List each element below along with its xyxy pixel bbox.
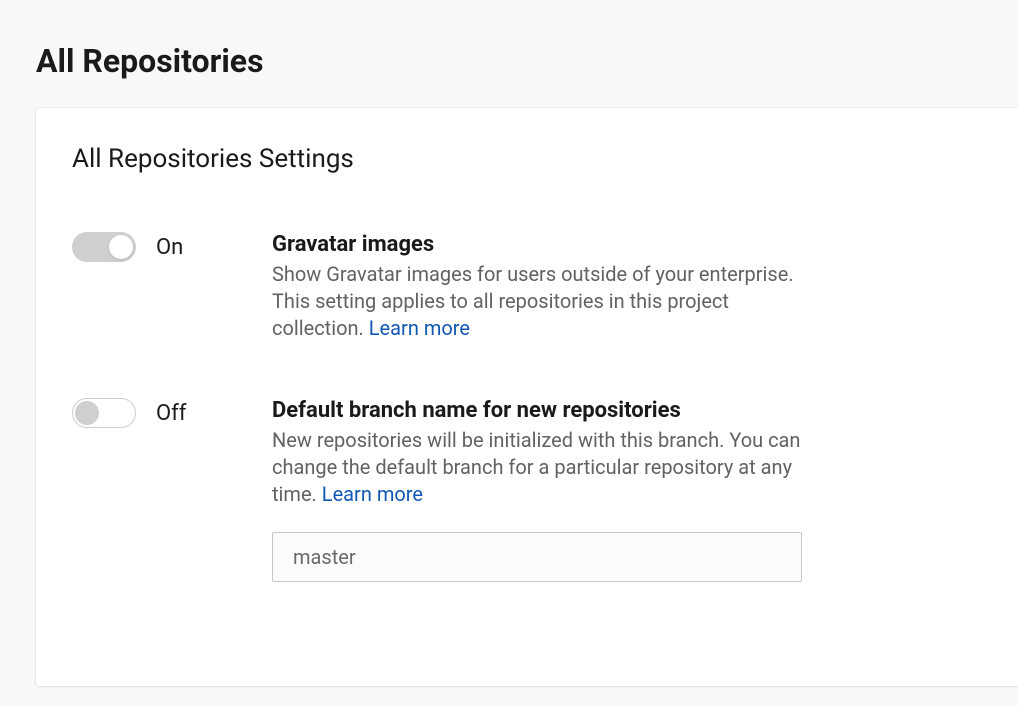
default-branch-toggle[interactable]: [72, 398, 136, 428]
toggle-knob-icon: [75, 401, 99, 425]
gravatar-description: Show Gravatar images for users outside o…: [272, 261, 802, 342]
toggle-knob-icon: [109, 235, 133, 259]
settings-card: All Repositories Settings On Gravatar im…: [36, 108, 1018, 686]
default-branch-input[interactable]: [272, 532, 802, 582]
setting-content: Default branch name for new repositories…: [272, 398, 982, 582]
card-title: All Repositories Settings: [72, 144, 982, 174]
setting-default-branch: Off Default branch name for new reposito…: [72, 398, 982, 582]
default-branch-learn-more-link[interactable]: Learn more: [322, 482, 423, 506]
default-branch-toggle-label: Off: [156, 401, 186, 426]
setting-content: Gravatar images Show Gravatar images for…: [272, 232, 982, 342]
gravatar-learn-more-link[interactable]: Learn more: [369, 316, 470, 340]
gravatar-toggle[interactable]: [72, 232, 136, 262]
gravatar-toggle-label: On: [156, 235, 183, 260]
gravatar-desc-text: Show Gravatar images for users outside o…: [272, 262, 794, 340]
gravatar-title: Gravatar images: [272, 232, 802, 257]
toggle-column: Off: [72, 398, 272, 428]
setting-gravatar: On Gravatar images Show Gravatar images …: [72, 232, 982, 342]
default-branch-description: New repositories will be initialized wit…: [272, 427, 802, 508]
toggle-column: On: [72, 232, 272, 262]
page-title: All Repositories: [0, 0, 1018, 108]
default-branch-title: Default branch name for new repositories: [272, 398, 802, 423]
